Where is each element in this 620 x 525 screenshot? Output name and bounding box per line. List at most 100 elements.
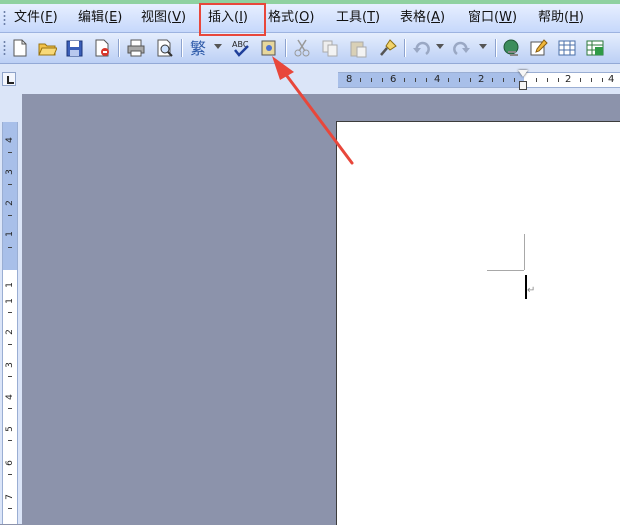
undo-dropdown-icon[interactable] [436, 44, 444, 49]
toolbar-separator [495, 39, 496, 57]
ruler-label: 4 [5, 137, 15, 143]
ruler-tick [514, 78, 515, 82]
menu-tools-key: T [367, 10, 376, 25]
menu-format[interactable]: 格式(O) [268, 10, 314, 26]
redo-dropdown-icon[interactable] [479, 44, 487, 49]
cut-icon[interactable] [292, 38, 312, 58]
ruler-label: 6 [390, 74, 397, 85]
save-icon[interactable] [64, 38, 84, 58]
open-folder-icon[interactable] [37, 38, 58, 58]
menu-help-end: ) [578, 10, 584, 25]
permission-icon[interactable] [92, 38, 112, 58]
hyperlink-icon[interactable] [502, 38, 522, 58]
ruler-label: 7 [5, 494, 15, 500]
ruler-label: 2 [5, 329, 15, 335]
menu-file[interactable]: 文件(F) [14, 10, 58, 26]
ruler-label: 4 [434, 74, 441, 85]
ruler-tick [371, 78, 372, 82]
menu-file-label: 文件( [14, 10, 46, 25]
ruler-left-margin [338, 73, 524, 87]
print-preview-icon[interactable] [155, 38, 175, 58]
ruler-tick [602, 78, 603, 82]
tables-borders-icon[interactable] [529, 38, 549, 58]
left-indent-icon[interactable] [519, 81, 527, 90]
redo-icon[interactable] [452, 38, 472, 58]
menu-format-key: O [299, 10, 310, 25]
menu-table[interactable]: 表格(A) [400, 10, 445, 26]
ruler-label: 2 [565, 74, 572, 85]
undo-icon[interactable] [411, 38, 431, 58]
ruler-label: 6 [5, 460, 15, 466]
ruler-tick [8, 247, 12, 248]
ruler-tick [536, 78, 537, 82]
menu-view-label: 视图( [141, 10, 173, 25]
horizontal-ruler[interactable]: 8 6 4 2 2 4 [338, 70, 620, 90]
ruler-tick [8, 184, 12, 185]
ruler-tick [8, 312, 12, 313]
tab-stop-selector[interactable] [2, 72, 16, 86]
ruler-tick [8, 376, 12, 377]
new-document-icon[interactable] [10, 38, 30, 58]
first-line-indent-icon[interactable] [518, 70, 528, 77]
ruler-tick [404, 78, 405, 82]
standard-toolbar: 繁 ABC [0, 33, 620, 64]
ruler-label: 2 [5, 200, 15, 206]
ruler-label: 8 [346, 74, 353, 85]
spelling-icon[interactable]: ABC [231, 38, 251, 58]
toolbar-separator [404, 39, 405, 57]
paste-icon[interactable] [348, 38, 368, 58]
menu-window-label: 窗口( [468, 10, 500, 25]
menu-file-key: F [45, 10, 53, 25]
ruler-label: 3 [5, 362, 15, 368]
menu-edit-end: ) [117, 10, 123, 25]
toolbar-grip-icon[interactable] [3, 40, 6, 56]
menu-edit[interactable]: 编辑(E) [78, 10, 122, 26]
insert-table-icon[interactable] [557, 38, 577, 58]
margin-crop-mark [487, 270, 524, 271]
document-page[interactable]: ↵ [336, 121, 620, 525]
format-painter-icon[interactable] [378, 38, 398, 58]
ruler-tick [426, 78, 427, 82]
menu-table-label: 表格( [400, 10, 432, 25]
ruler-tick [360, 78, 361, 82]
paragraph-mark: ↵ [527, 285, 536, 296]
copy-icon[interactable] [320, 38, 340, 58]
ruler-tick [470, 78, 471, 82]
menu-view[interactable]: 视图(V) [141, 10, 186, 26]
menu-tools-label: 工具( [336, 10, 368, 25]
menubar-grip-icon[interactable] [3, 10, 6, 26]
margin-crop-mark [524, 234, 525, 270]
ruler-tick [382, 78, 383, 82]
toolbar-separator [118, 39, 119, 57]
research-icon[interactable]: 繁 [188, 38, 208, 58]
vertical-ruler[interactable]: 4 3 2 1 1 1 2 3 4 5 6 7 [2, 122, 18, 524]
menu-edit-label: 编辑( [78, 10, 110, 25]
ruler-tick [547, 78, 548, 82]
ruler-tick [8, 215, 12, 216]
menu-tools-end: ) [375, 10, 381, 25]
insert-excel-icon[interactable] [585, 38, 605, 58]
menu-file-end: ) [52, 10, 58, 25]
menu-format-label: 格式( [268, 10, 300, 25]
find-replace-icon[interactable] [259, 38, 279, 58]
ruler-tick [415, 78, 416, 82]
print-icon[interactable] [126, 38, 146, 58]
research-dropdown-icon[interactable] [214, 44, 222, 49]
ruler-tick [503, 78, 504, 82]
document-workspace: ↵ [22, 94, 620, 525]
menu-bar: 文件(F) 编辑(E) 视图(V) 插入(I) 格式(O) 工具(T) 表格(A… [0, 4, 620, 33]
menu-window-key: W [499, 10, 512, 25]
ruler-label: 1 [5, 231, 15, 237]
ruler-tick [8, 344, 12, 345]
menu-window[interactable]: 窗口(W) [468, 10, 517, 26]
ruler-label: 1 [5, 298, 15, 304]
ruler-label: 3 [5, 169, 15, 175]
svg-text:繁: 繁 [190, 39, 206, 58]
menu-help[interactable]: 帮助(H) [538, 10, 584, 26]
ruler-tick [8, 474, 12, 475]
menu-tools[interactable]: 工具(T) [336, 10, 380, 26]
ruler-tick [580, 78, 581, 82]
ruler-tick [591, 78, 592, 82]
menu-view-end: ) [180, 10, 187, 25]
ruler-tick [448, 78, 449, 82]
